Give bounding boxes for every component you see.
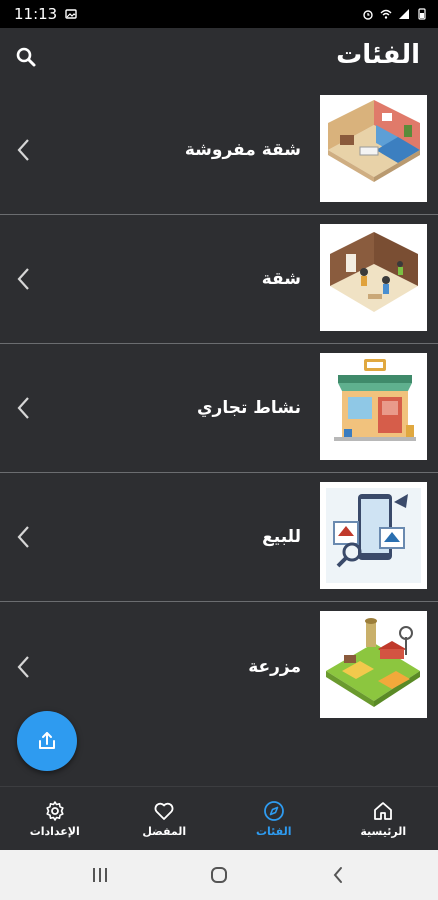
category-row-for-sale[interactable]: للبيع (0, 473, 438, 602)
chevron-left-icon (17, 526, 29, 548)
gear-icon (46, 801, 64, 821)
chevron-left-icon (17, 397, 29, 419)
status-time: 11:13 (14, 5, 58, 23)
back-icon (333, 867, 343, 883)
system-nav-bar (0, 850, 438, 900)
category-list: شقة مفروشة شقة نشاط تجاري للبيع مزرعة (0, 86, 438, 731)
wifi-icon (380, 9, 392, 19)
heart-icon (154, 802, 174, 820)
share-button[interactable] (17, 711, 77, 771)
category-row-furnished-apartment[interactable]: شقة مفروشة (0, 86, 438, 215)
alarm-icon (363, 10, 373, 20)
category-label: نشاط تجاري (196, 398, 301, 418)
nav-favorites[interactable]: المفضل (110, 787, 220, 850)
category-row-apartment[interactable]: شقة (0, 215, 438, 344)
back-button[interactable] (318, 860, 358, 890)
status-bar: 11:13 (0, 0, 438, 28)
recent-apps-button[interactable] (80, 860, 120, 890)
chevron-left-icon (17, 268, 29, 290)
bottom-nav: الرئيسية الفئات المفضل الإعدادات (0, 786, 438, 850)
app-bar: الفئات (0, 28, 438, 86)
search-icon (16, 47, 36, 67)
gallery-notification-icon (65, 9, 77, 19)
home-system-button[interactable] (199, 860, 239, 890)
share-icon (39, 732, 55, 749)
search-button[interactable] (12, 43, 40, 71)
signal-icon (399, 9, 409, 19)
home-circle-icon (210, 867, 227, 883)
category-label: للبيع (262, 527, 301, 547)
nav-settings[interactable]: الإعدادات (0, 787, 110, 850)
for-sale-image (320, 482, 427, 589)
chevron-left-icon (17, 139, 29, 161)
apartment-image (320, 224, 427, 331)
nav-home[interactable]: الرئيسية (329, 787, 438, 850)
category-row-farm[interactable]: مزرعة (0, 602, 438, 731)
nav-favorites-label: المفضل (142, 825, 187, 838)
commercial-shop-image (320, 353, 427, 460)
compass-icon (263, 801, 284, 821)
page-title: الفئات (336, 40, 420, 70)
furnished-apartment-image (320, 95, 427, 202)
nav-settings-label: الإعدادات (29, 825, 80, 838)
battery-icon (418, 8, 426, 20)
category-label: شقة مفروشة (184, 140, 301, 160)
farm-image (320, 611, 427, 718)
home-icon (374, 802, 393, 820)
chevron-left-icon (17, 655, 29, 678)
nav-home-label: الرئيسية (360, 825, 407, 838)
category-label: شقة (261, 269, 301, 289)
category-label: مزرعة (248, 656, 301, 677)
category-row-commercial[interactable]: نشاط تجاري (0, 344, 438, 473)
nav-categories-label: الفئات (256, 825, 292, 838)
nav-categories[interactable]: الفئات (219, 787, 329, 850)
recent-apps-icon (92, 868, 107, 882)
